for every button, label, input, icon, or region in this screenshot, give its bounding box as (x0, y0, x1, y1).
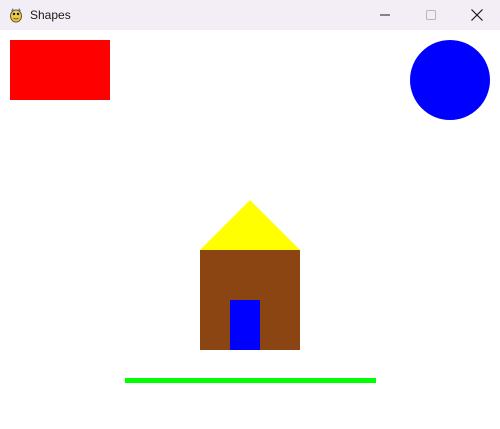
window-title: Shapes (30, 8, 71, 22)
pygame-snake-icon (8, 7, 24, 23)
title-bar[interactable]: Shapes (0, 0, 500, 30)
roof-triangle (200, 200, 300, 250)
minimize-button[interactable] (362, 0, 408, 30)
drawing-canvas[interactable] (0, 30, 500, 429)
close-button[interactable] (454, 0, 500, 30)
ground-line (125, 378, 376, 383)
maximize-button[interactable] (408, 0, 454, 30)
blue-circle (410, 40, 490, 120)
house-door (230, 300, 260, 350)
close-icon (471, 9, 483, 21)
red-rectangle (10, 40, 110, 100)
maximize-icon (426, 10, 436, 20)
house-roof (200, 200, 300, 250)
minimize-icon (380, 10, 390, 20)
app-window: Shapes (0, 0, 500, 429)
